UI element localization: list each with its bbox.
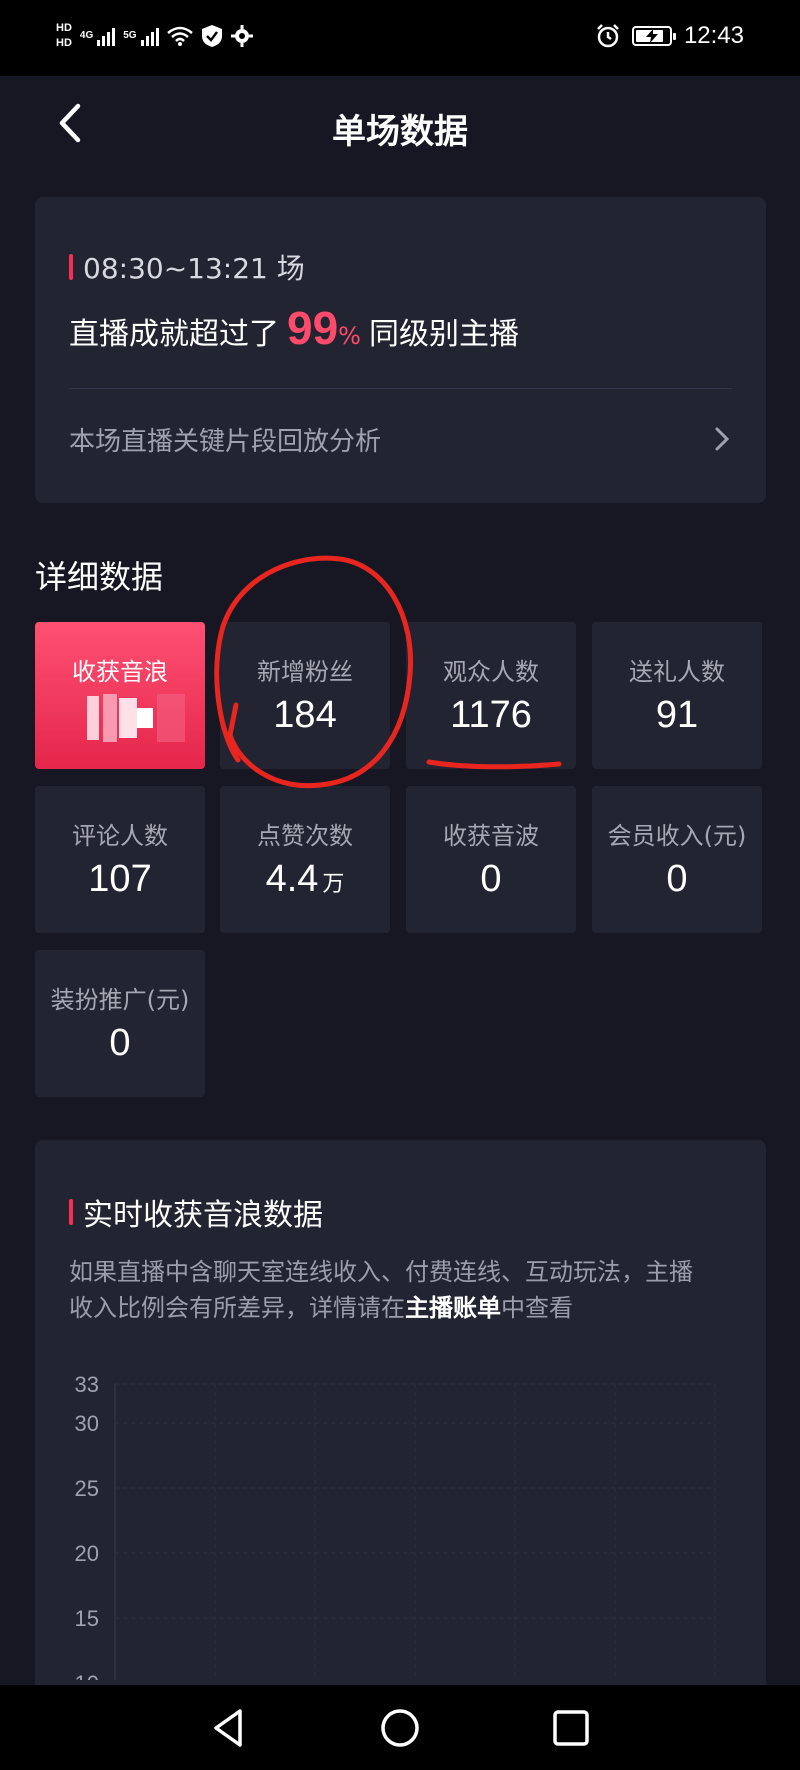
stat-card-viewers[interactable]: 观众人数 1176 — [406, 622, 576, 769]
chart-note: 如果直播中含聊天室连线收入、付费连线、互动玩法，主播收入比例会有所差异，详情请在… — [69, 1254, 716, 1326]
pixelated-value — [87, 694, 185, 742]
stat-label: 评论人数 — [72, 822, 168, 850]
screen: HD HD 4G 5G 12:43 单场数据 08:30~13:21 场 直播成… — [0, 0, 800, 1770]
alarm-icon — [597, 24, 619, 48]
status-right: 12:43 — [596, 22, 744, 50]
achievement-percent-sign: % — [338, 322, 361, 350]
hd-badge-2: HD — [56, 37, 72, 49]
stat-value-number: 4.4 — [265, 858, 319, 900]
stat-label: 会员收入(元) — [607, 822, 747, 850]
page-title: 单场数据 — [332, 112, 468, 152]
achievement-suffix: 同级别主播 — [368, 317, 519, 352]
chart-note-after: 中查看 — [501, 1294, 573, 1322]
session-time-text: 08:30~13:21 场 — [83, 252, 305, 285]
stat-value: 1176 — [450, 694, 532, 736]
hd-badge-1: HD — [56, 22, 72, 34]
stat-card-likes[interactable]: 点赞次数 4.4 万 — [220, 786, 390, 933]
accent-bar — [69, 1199, 73, 1225]
square-recents-icon[interactable] — [548, 1705, 594, 1751]
nav-bar: 单场数据 — [0, 76, 800, 172]
network-label-1: 4G — [79, 30, 94, 41]
battery-icon — [631, 26, 676, 46]
y-tick-label: 33 — [75, 1372, 99, 1397]
stat-label: 新增粉丝 — [257, 658, 353, 686]
y-tick-label: 10 — [75, 1671, 99, 1680]
shield-icon — [201, 24, 222, 47]
y-tick-label: 30 — [75, 1411, 99, 1436]
stat-label: 点赞次数 — [257, 822, 353, 850]
divider — [69, 388, 732, 389]
signal-icon — [97, 26, 116, 46]
chevron-right-icon — [715, 427, 730, 451]
stat-value: 0 — [109, 1022, 131, 1064]
stat-card-commenters[interactable]: 评论人数 107 — [35, 786, 205, 933]
summary-card: 08:30~13:21 场 直播成就超过了 99 % 同级别主播 本场直播关键片… — [35, 197, 766, 503]
hd-indicators: HD HD — [56, 22, 72, 49]
accent-bar — [69, 254, 73, 280]
stat-label: 观众人数 — [443, 658, 539, 686]
replay-analysis-label: 本场直播关键片段回放分析 — [69, 426, 382, 457]
achievement-prefix: 直播成就超过了 — [69, 317, 279, 352]
clock: 12:43 — [683, 22, 744, 49]
y-tick-label: 20 — [75, 1541, 99, 1566]
session-time: 08:30~13:21 场 — [69, 247, 305, 287]
details-section-title: 详细数据 — [35, 558, 164, 596]
achievement-line: 直播成就超过了 99 % 同级别主播 — [69, 301, 519, 355]
circle-home-icon[interactable] — [377, 1705, 423, 1751]
stat-value-unit: 万 — [322, 872, 345, 897]
stat-card-member-income[interactable]: 会员收入(元) 0 — [592, 786, 762, 933]
y-tick-label: 15 — [75, 1606, 99, 1631]
realtime-chart: 33 30 25 20 15 10 — [75, 1372, 716, 1680]
signal-icon-2 — [140, 26, 159, 46]
stat-value: 0 — [480, 858, 502, 900]
stat-value: 91 — [655, 694, 699, 736]
y-tick-label: 25 — [75, 1476, 99, 1501]
realtime-chart-card: 实时收获音浪数据 如果直播中含聊天室连线收入、付费连线、互动玩法，主播收入比例会… — [35, 1140, 766, 1770]
status-bar: HD HD 4G 5G 12:43 — [0, 0, 800, 76]
stat-card-new-fans[interactable]: 新增粉丝 184 — [220, 622, 390, 769]
stat-value: 4.4 万 — [220, 858, 390, 901]
stat-card-income[interactable]: 收获音浪 — [35, 622, 205, 769]
stat-card-gifters[interactable]: 送礼人数 91 — [592, 622, 762, 769]
stat-value: 107 — [88, 858, 152, 900]
status-left: HD HD 4G 5G — [56, 22, 253, 49]
chart-note-before: 如果直播中含聊天室连线收入、付费连线、互动玩法，主播收入比例会有所差异，详情请在 — [69, 1258, 693, 1322]
stat-card-sound-waves[interactable]: 收获音波 0 — [406, 786, 576, 933]
chart-title-text: 实时收获音浪数据 — [83, 1198, 323, 1233]
chart-title: 实时收获音浪数据 — [69, 1190, 323, 1234]
wifi-icon — [166, 26, 193, 46]
stat-label: 装扮推广(元) — [50, 986, 190, 1014]
charging-bolt-icon — [645, 29, 658, 43]
achievement-percent: 99 — [287, 302, 339, 354]
stat-label: 收获音浪 — [72, 658, 168, 686]
stat-card-decoration-promo[interactable]: 装扮推广(元) 0 — [35, 950, 205, 1097]
stat-value: 184 — [273, 694, 337, 736]
system-nav-bar — [0, 1685, 800, 1770]
triangle-back-icon[interactable] — [206, 1705, 252, 1751]
stat-value: 0 — [666, 858, 688, 900]
replay-analysis-link[interactable]: 本场直播关键片段回放分析 — [69, 419, 732, 459]
stat-label: 收获音波 — [443, 822, 539, 850]
anchor-bill-link[interactable]: 主播账单 — [405, 1294, 501, 1322]
stat-label: 送礼人数 — [629, 658, 725, 686]
network-label-2: 5G — [123, 30, 137, 41]
gear-icon — [230, 24, 253, 47]
